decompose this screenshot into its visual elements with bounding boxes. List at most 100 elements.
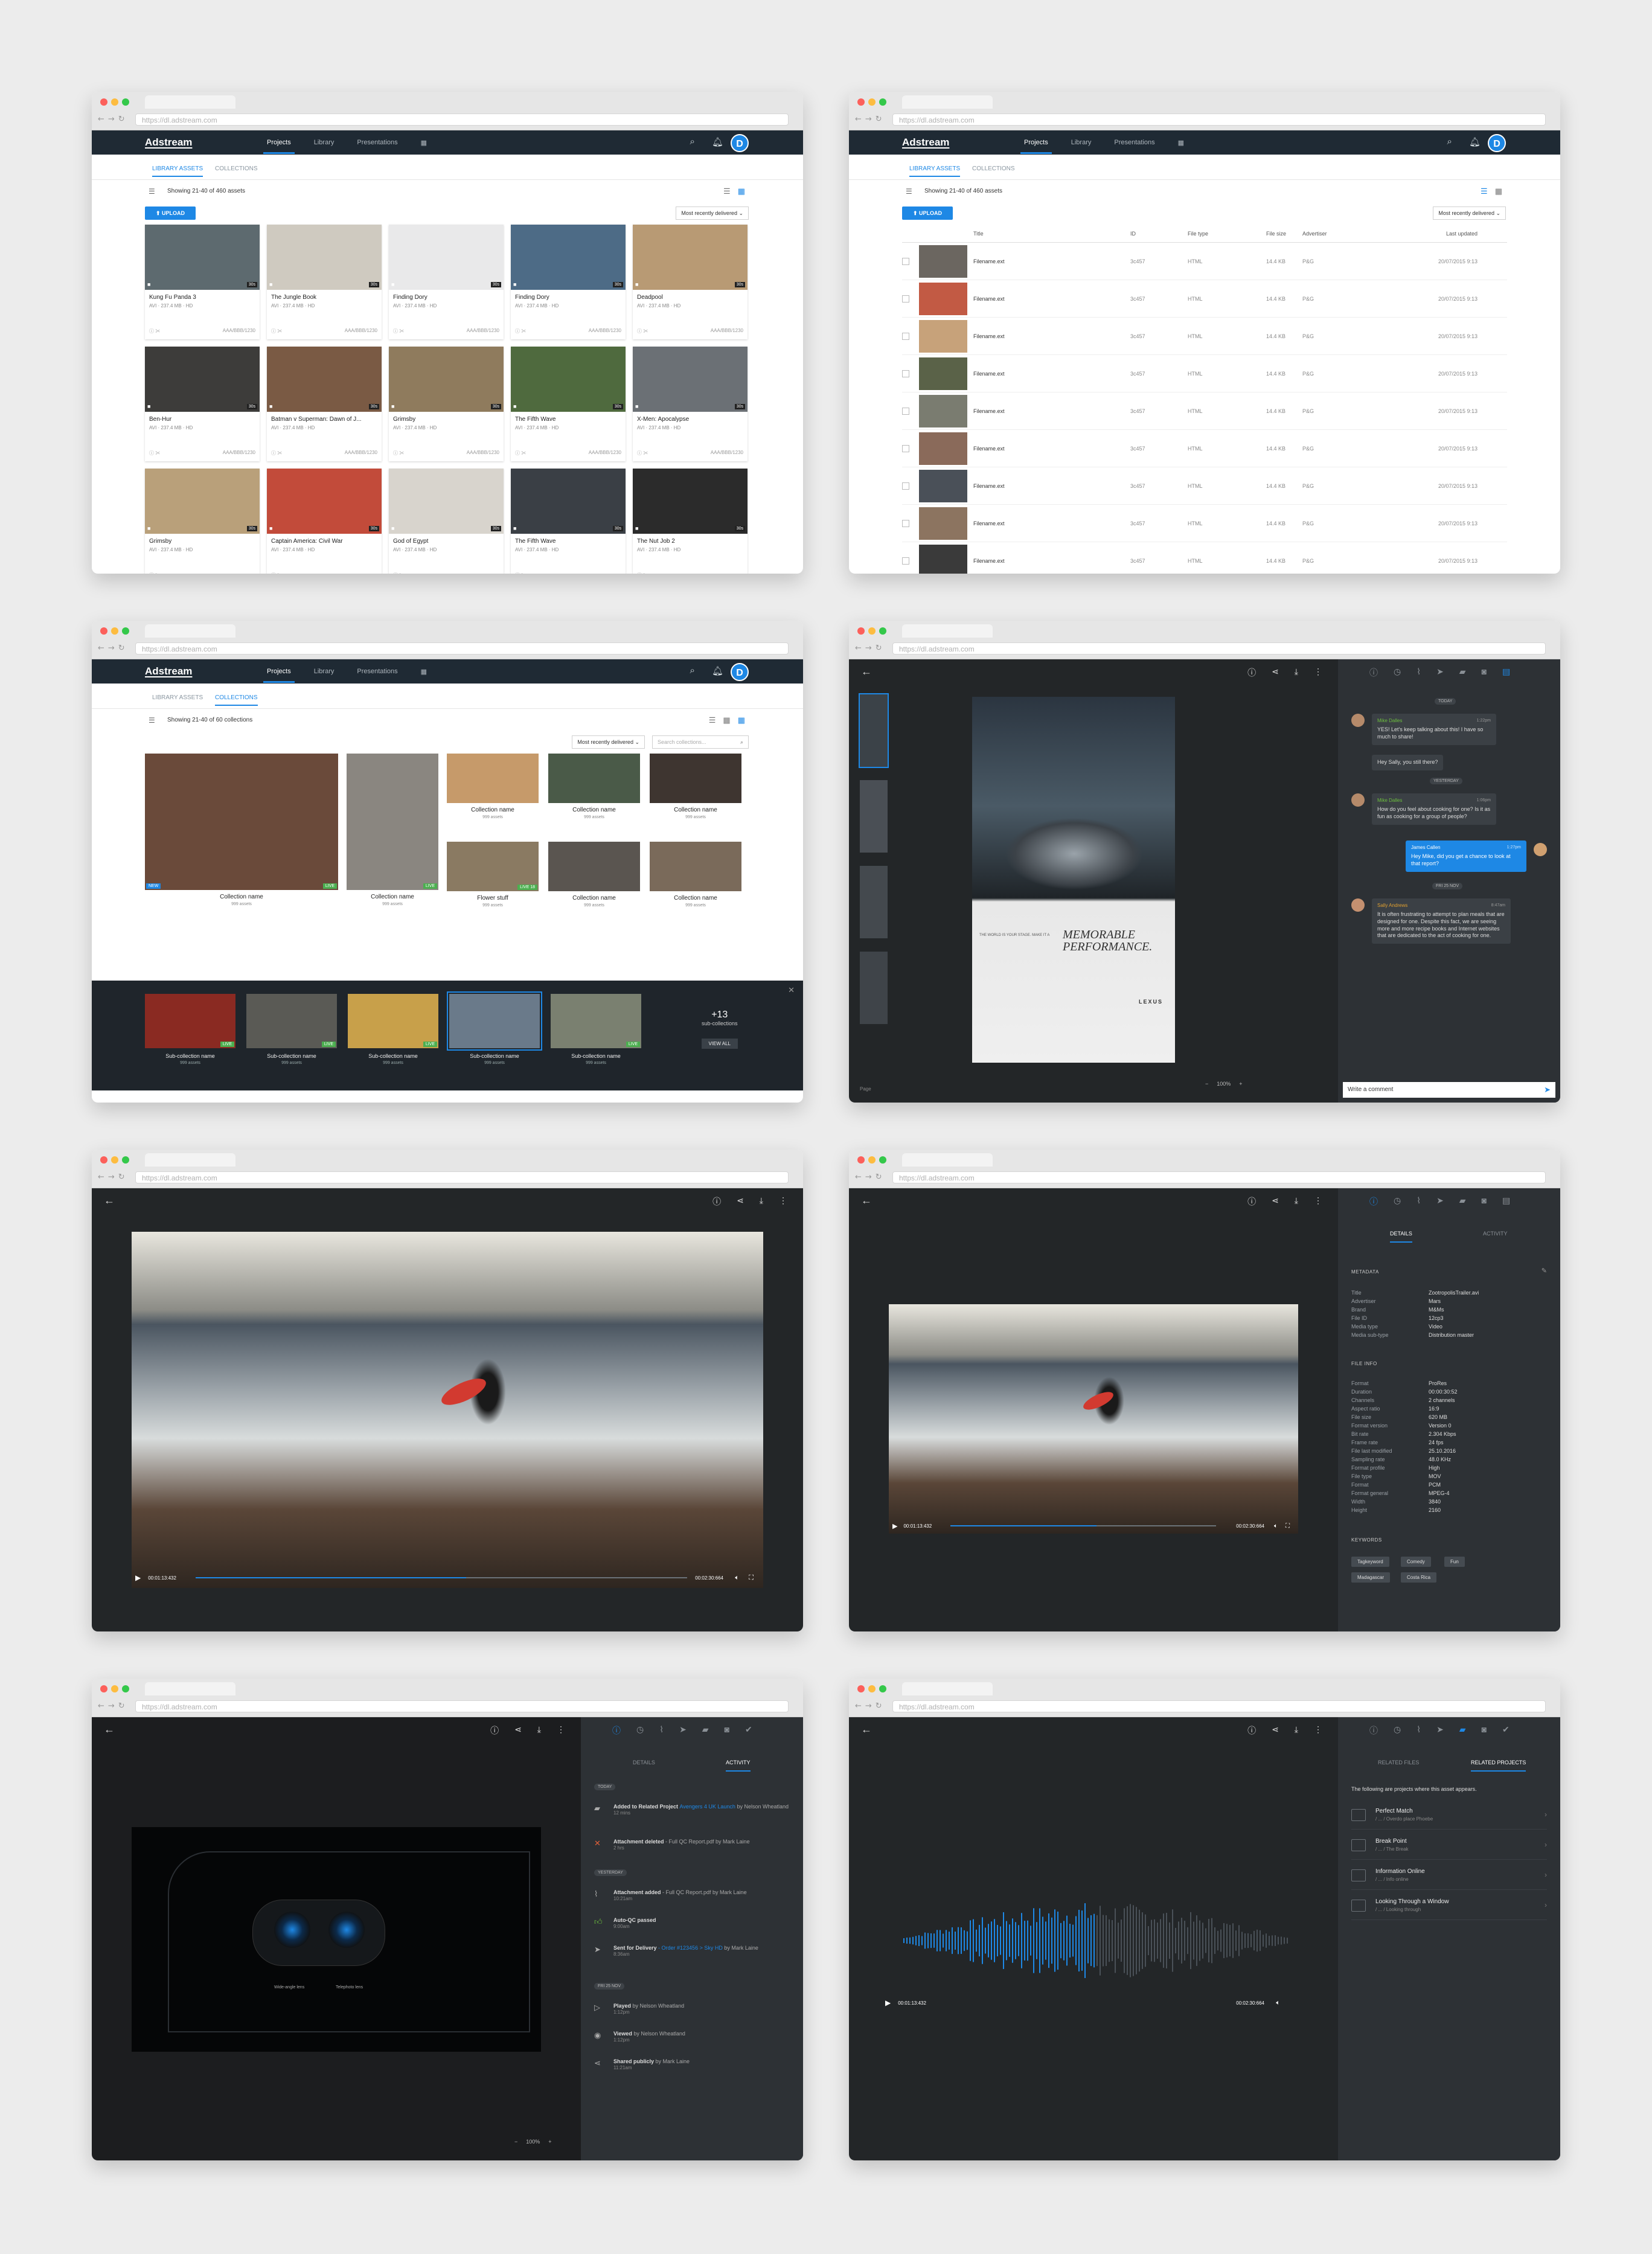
page-thumb[interactable] bbox=[860, 866, 888, 938]
keyword-tag[interactable]: Costa Rica bbox=[1401, 1572, 1437, 1583]
row-thumbnail[interactable] bbox=[919, 469, 967, 502]
asset-thumbnail[interactable]: ■ 30s bbox=[267, 347, 382, 412]
col-id[interactable]: ID bbox=[1130, 231, 1188, 237]
close-dot[interactable] bbox=[100, 627, 107, 635]
asset-card[interactable]: ■ 30s Ben-Hur AVI · 237.4 MB · HD ⓘ ✂ AAA/BBB… bbox=[145, 347, 260, 461]
row-thumbnail[interactable] bbox=[919, 282, 967, 315]
address-bar[interactable]: https://dl.adstream.com bbox=[135, 114, 789, 126]
paperclip-icon[interactable]: ⌇ bbox=[1417, 1724, 1421, 1737]
asset-card[interactable]: ■ 30s The Fifth Wave AVI · 237.4 MB · HD ⓘ ✂… bbox=[511, 347, 626, 461]
asset-card[interactable]: ■ 30s X-Men: Apocalypse AVI · 237.4 MB · HD… bbox=[633, 347, 748, 461]
info-icon[interactable]: ⓘ bbox=[1369, 1724, 1378, 1737]
nav-presentations[interactable]: Presentations bbox=[1114, 139, 1154, 146]
sub-collection-name[interactable]: Sub-collection name bbox=[551, 1053, 641, 1059]
collection-name[interactable]: Collection name bbox=[548, 895, 640, 901]
tab-library-assets[interactable]: LIBRARY ASSETS bbox=[152, 694, 203, 701]
nav-projects[interactable]: Projects bbox=[1020, 139, 1052, 154]
related-project-item[interactable]: Looking Through a Window / ... / Looking … bbox=[1351, 1892, 1547, 1920]
collection-name[interactable]: Collection name bbox=[145, 894, 338, 900]
phone-camera-image[interactable]: Wide-angle lens Telephoto lens bbox=[132, 1827, 541, 2052]
apps-grid-icon[interactable]: ▦ bbox=[421, 668, 427, 676]
col-file-size[interactable]: File size bbox=[1266, 231, 1302, 237]
info-icon[interactable]: ⓘ ✂ bbox=[271, 450, 282, 456]
info-icon[interactable]: ⓘ ✂ bbox=[271, 328, 282, 335]
asset-thumbnail[interactable]: ■ 30s bbox=[511, 225, 626, 290]
collection-thumbnail[interactable]: LIVE 18 bbox=[447, 842, 539, 891]
bell-icon[interactable]: 🔔︎ bbox=[712, 136, 723, 147]
info-icon[interactable]: ⓘ bbox=[1247, 1196, 1256, 1208]
info-icon[interactable]: ⓘ ✂ bbox=[271, 572, 282, 574]
logo[interactable]: Adstream bbox=[145, 665, 192, 677]
collection-name[interactable]: Flower stuff bbox=[447, 895, 539, 901]
info-icon[interactable]: ⓘ ✂ bbox=[149, 328, 160, 335]
asset-title[interactable]: The Fifth Wave bbox=[515, 416, 621, 423]
row-filename[interactable]: Filename.ext bbox=[973, 446, 1130, 452]
more-icon[interactable]: ⋮ bbox=[1314, 1196, 1322, 1208]
chat-icon[interactable]: ▤ bbox=[1502, 667, 1510, 679]
maximize-dot[interactable] bbox=[122, 1156, 129, 1164]
collection-thumbnail[interactable] bbox=[650, 754, 741, 803]
activity-link[interactable]: Avengers 4 UK Launch bbox=[680, 1804, 735, 1810]
edit-icon[interactable]: ✎ bbox=[1542, 1267, 1547, 1275]
list-view-icon[interactable]: ☰ bbox=[723, 187, 731, 196]
asset-thumbnail[interactable]: ■ 30s bbox=[145, 347, 260, 412]
collection-thumbnail[interactable] bbox=[447, 754, 539, 803]
asset-title[interactable]: The Jungle Book bbox=[271, 294, 377, 301]
asset-title[interactable]: Kung Fu Panda 3 bbox=[149, 294, 255, 301]
row-thumbnail[interactable] bbox=[919, 319, 967, 353]
row-filename[interactable]: Filename.ext bbox=[973, 296, 1130, 302]
grid-view-icon[interactable]: ▦ bbox=[1495, 187, 1502, 196]
play-icon[interactable]: ▶ bbox=[892, 1522, 897, 1530]
back-arrow-icon[interactable]: ← bbox=[861, 1194, 872, 1207]
clock-icon[interactable]: ◷ bbox=[1394, 1724, 1401, 1737]
collection-card[interactable]: Collection name 999 assets bbox=[650, 842, 741, 908]
asset-thumbnail[interactable]: ■ 30s bbox=[145, 225, 260, 290]
clock-icon[interactable]: ◷ bbox=[1394, 1196, 1401, 1208]
info-icon[interactable]: ⓘ ✂ bbox=[149, 450, 160, 456]
nav-projects[interactable]: Projects bbox=[263, 668, 295, 683]
asset-card[interactable]: ■ 30s Finding Dory AVI · 237.4 MB · HD ⓘ ✂ AA… bbox=[511, 225, 626, 339]
asset-title[interactable]: God of Egypt bbox=[393, 538, 499, 545]
tab-activity[interactable]: ACTIVITY bbox=[1483, 1231, 1508, 1237]
address-bar[interactable]: https://dl.adstream.com bbox=[135, 1700, 789, 1712]
asset-thumbnail[interactable]: ■ 30s bbox=[145, 469, 260, 534]
close-icon[interactable]: ✕ bbox=[788, 985, 795, 995]
share-icon[interactable]: ⋖ bbox=[1272, 1724, 1279, 1737]
col-advertiser[interactable]: Advertiser bbox=[1302, 231, 1411, 237]
asset-card[interactable]: ■ 30s Grimsby AVI · 237.4 MB · HD ⓘ ✂ AAA/BBB… bbox=[389, 347, 504, 461]
row-filename[interactable]: Filename.ext bbox=[973, 408, 1130, 414]
grid-view-icon[interactable]: ▦ bbox=[738, 187, 745, 196]
tab-library-assets[interactable]: LIBRARY ASSETS bbox=[152, 165, 203, 177]
info-icon[interactable]: ⓘ ✂ bbox=[637, 450, 648, 456]
filter-icon[interactable]: ☰ bbox=[149, 716, 155, 725]
info-icon[interactable]: ⓘ ✂ bbox=[515, 572, 526, 574]
related-project-item[interactable]: Perfect Match / ... / Overdo place Phoebe… bbox=[1351, 1802, 1547, 1830]
row-filename[interactable]: Filename.ext bbox=[973, 483, 1130, 489]
sub-collection-thumbnail[interactable]: LIVE bbox=[246, 994, 337, 1048]
row-checkbox[interactable] bbox=[902, 407, 909, 415]
search-icon[interactable]: ⌕ bbox=[690, 665, 695, 676]
tab-collections[interactable]: COLLECTIONS bbox=[215, 694, 258, 706]
nav-library[interactable]: Library bbox=[314, 139, 335, 146]
search-icon[interactable]: ⌕ bbox=[690, 136, 695, 147]
asset-thumbnail[interactable]: ■ 30s bbox=[389, 225, 504, 290]
table-row[interactable]: Filename.ext 3c457 HTML 14.4 KB P&G 20/07/201… bbox=[902, 318, 1507, 355]
maximize-dot[interactable] bbox=[879, 1685, 886, 1692]
collection-thumbnail[interactable] bbox=[548, 754, 640, 803]
browser-tab[interactable] bbox=[145, 95, 235, 109]
check-icon[interactable]: ✔ bbox=[1502, 1724, 1510, 1737]
tab-collections[interactable]: COLLECTIONS bbox=[972, 165, 1015, 172]
share-icon[interactable]: ⋖ bbox=[514, 1724, 522, 1737]
fullscreen-icon[interactable]: ⛶ bbox=[1285, 1523, 1290, 1529]
close-dot[interactable] bbox=[857, 98, 865, 106]
browser-tab[interactable] bbox=[902, 624, 993, 638]
zoom-in-icon[interactable]: + bbox=[1239, 1081, 1242, 1087]
minimize-dot[interactable] bbox=[111, 1156, 118, 1164]
keyword-tag[interactable]: Fun bbox=[1444, 1557, 1465, 1567]
folder-icon[interactable]: ▰ bbox=[1459, 1724, 1466, 1737]
upload-button[interactable]: ⬆ UPLOAD bbox=[902, 207, 953, 220]
row-thumbnail[interactable] bbox=[919, 357, 967, 390]
close-dot[interactable] bbox=[100, 98, 107, 106]
zoom-out-icon[interactable]: − bbox=[1205, 1081, 1208, 1087]
tab-related-projects[interactable]: RELATED PROJECTS bbox=[1471, 1759, 1526, 1772]
